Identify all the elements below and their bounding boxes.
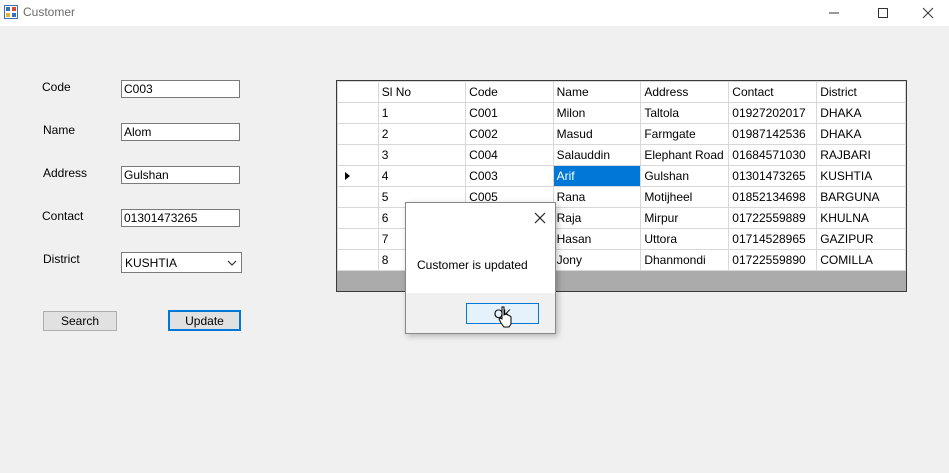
cell-sl-no[interactable]: 3 bbox=[377, 144, 467, 166]
cell-code[interactable]: C001 bbox=[465, 102, 554, 124]
cell-name[interactable]: Salauddin bbox=[552, 144, 642, 166]
row-header[interactable] bbox=[337, 123, 379, 145]
table-row[interactable]: 4 C003 Arif Gulshan 01301473265 KUSHTIA bbox=[337, 165, 906, 187]
dialog-close-icon[interactable] bbox=[533, 211, 547, 225]
table-row[interactable]: 1 C001 Milon Taltola 01927202017 DHAKA bbox=[337, 102, 906, 124]
district-dropdown[interactable]: KUSHTIA bbox=[121, 252, 242, 273]
close-button[interactable] bbox=[905, 0, 949, 26]
column-header-contact[interactable]: Contact bbox=[728, 81, 818, 103]
cell-name[interactable]: Raja bbox=[552, 207, 642, 229]
column-header-sl-no[interactable]: Sl No bbox=[377, 81, 467, 103]
cell-code[interactable]: C002 bbox=[465, 123, 554, 145]
cell-sl-no[interactable]: 1 bbox=[377, 102, 467, 124]
column-header-district[interactable]: District bbox=[816, 81, 906, 103]
grid-corner-header[interactable] bbox=[337, 81, 379, 103]
table-row[interactable]: 3 C004 Salauddin Elephant Road 01684571030 RA… bbox=[337, 144, 906, 166]
cell-contact[interactable]: 01714528965 bbox=[728, 228, 818, 250]
contact-label: Contact bbox=[42, 209, 84, 223]
cell-district[interactable]: RAJBARI bbox=[816, 144, 906, 166]
message-dialog: Customer is updated OK bbox=[405, 202, 556, 334]
cell-name[interactable]: Arif bbox=[552, 165, 642, 187]
search-button[interactable]: Search bbox=[43, 311, 117, 331]
name-label: Name bbox=[43, 123, 76, 137]
row-header[interactable] bbox=[337, 165, 379, 187]
row-header[interactable] bbox=[337, 228, 379, 250]
cell-district[interactable]: KHULNA bbox=[816, 207, 906, 229]
row-header[interactable] bbox=[337, 249, 379, 271]
app-icon bbox=[4, 5, 18, 19]
row-header[interactable] bbox=[337, 102, 379, 124]
cell-address[interactable]: Motijheel bbox=[640, 186, 730, 208]
contact-field[interactable]: 01301473265 bbox=[121, 209, 240, 227]
cell-sl-no[interactable]: 2 bbox=[377, 123, 467, 145]
cell-contact[interactable]: 01927202017 bbox=[728, 102, 818, 124]
minimize-button[interactable] bbox=[811, 0, 857, 26]
window-title: Customer bbox=[23, 5, 76, 19]
cell-district[interactable]: BARGUNA bbox=[816, 186, 906, 208]
cell-sl-no[interactable]: 4 bbox=[377, 165, 467, 187]
address-label: Address bbox=[43, 166, 88, 180]
column-header-name[interactable]: Name bbox=[552, 81, 642, 103]
dialog-message: Customer is updated bbox=[417, 258, 528, 272]
close-icon bbox=[922, 7, 934, 19]
code-field[interactable]: C003 bbox=[121, 80, 240, 98]
cell-address[interactable]: Farmgate bbox=[640, 123, 730, 145]
district-selected-value: KUSHTIA bbox=[125, 256, 178, 270]
cell-district[interactable]: DHAKA bbox=[816, 123, 906, 145]
mouse-pointer-icon bbox=[498, 306, 512, 328]
cell-code[interactable]: C003 bbox=[465, 165, 554, 187]
update-button[interactable]: Update bbox=[168, 310, 241, 331]
grid-header-row: Sl No Code Name Address Contact District bbox=[337, 81, 906, 103]
current-row-arrow-icon bbox=[345, 172, 350, 180]
cell-name[interactable]: Milon bbox=[552, 102, 642, 124]
cell-address[interactable]: Elephant Road bbox=[640, 144, 730, 166]
title-bar: Customer bbox=[0, 0, 949, 26]
cell-address[interactable]: Taltola bbox=[640, 102, 730, 124]
row-header[interactable] bbox=[337, 144, 379, 166]
maximize-icon bbox=[878, 8, 888, 18]
cell-address[interactable]: Mirpur bbox=[640, 207, 730, 229]
cell-name[interactable]: Jony bbox=[552, 249, 642, 271]
cell-contact[interactable]: 01301473265 bbox=[728, 165, 818, 187]
cell-name[interactable]: Rana bbox=[552, 186, 642, 208]
column-header-code[interactable]: Code bbox=[465, 81, 554, 103]
cell-address[interactable]: Gulshan bbox=[640, 165, 730, 187]
district-label: District bbox=[43, 252, 80, 266]
table-row[interactable]: 2 C002 Masud Farmgate 01987142536 DHAKA bbox=[337, 123, 906, 145]
minimize-icon bbox=[829, 12, 839, 14]
cell-address[interactable]: Uttora bbox=[640, 228, 730, 250]
cell-contact[interactable]: 01722559889 bbox=[728, 207, 818, 229]
cell-address[interactable]: Dhanmondi bbox=[640, 249, 730, 271]
cell-name[interactable]: Hasan bbox=[552, 228, 642, 250]
cell-district[interactable]: DHAKA bbox=[816, 102, 906, 124]
cell-district[interactable]: KUSHTIA bbox=[816, 165, 906, 187]
row-header[interactable] bbox=[337, 186, 379, 208]
cell-district[interactable]: GAZIPUR bbox=[816, 228, 906, 250]
cell-contact[interactable]: 01684571030 bbox=[728, 144, 818, 166]
cell-contact[interactable]: 01987142536 bbox=[728, 123, 818, 145]
chevron-down-icon bbox=[227, 260, 237, 266]
maximize-button[interactable] bbox=[860, 0, 906, 26]
cell-district[interactable]: COMILLA bbox=[816, 249, 906, 271]
cell-contact[interactable]: 01852134698 bbox=[728, 186, 818, 208]
cell-name[interactable]: Masud bbox=[552, 123, 642, 145]
address-field[interactable]: Gulshan bbox=[121, 166, 240, 184]
cell-contact[interactable]: 01722559890 bbox=[728, 249, 818, 271]
row-header[interactable] bbox=[337, 207, 379, 229]
column-header-address[interactable]: Address bbox=[640, 81, 730, 103]
cell-code[interactable]: C004 bbox=[465, 144, 554, 166]
name-field[interactable]: Alom bbox=[121, 123, 240, 141]
code-label: Code bbox=[42, 80, 71, 94]
